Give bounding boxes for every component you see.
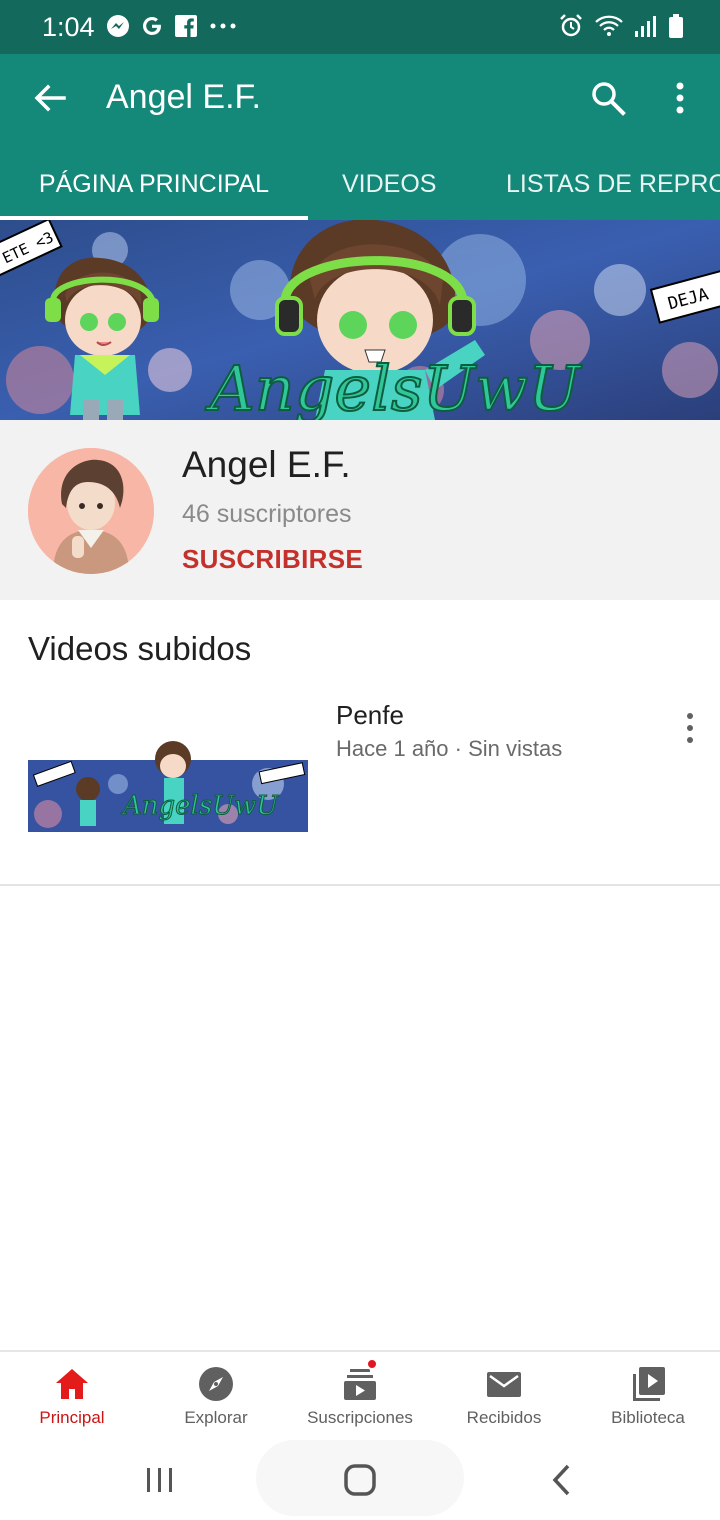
nav-item-recibidos[interactable]: Recibidos <box>432 1352 576 1438</box>
svg-text:AngelsUwU: AngelsUwU <box>121 791 279 821</box>
nav-label: Principal <box>39 1408 105 1427</box>
banner-artwork: ETE <3 DEJA AngelsUwU <box>0 220 720 420</box>
more-notifications-icon <box>210 23 236 29</box>
channel-header: Angel E.F. 46 suscriptores SUSCRIBIRSE <box>0 420 720 600</box>
more-vert-icon[interactable] <box>664 78 696 118</box>
back-icon[interactable] <box>542 1460 582 1500</box>
subscribe-button[interactable]: SUSCRIBIRSE <box>182 544 363 575</box>
tab-label: PÁGINA PRINCIPAL <box>38 170 270 198</box>
compass-icon <box>199 1367 233 1401</box>
notification-badge <box>366 1358 378 1370</box>
subscriber-count: 46 suscriptores <box>182 500 352 528</box>
channel-banner: ETE <3 DEJA AngelsUwU <box>0 220 720 420</box>
list-item[interactable]: AngelsUwU Penfe Hace 1 año · Sin vistas <box>0 690 720 884</box>
video-thumbnail[interactable]: AngelsUwU <box>28 734 308 844</box>
status-time: 1:04 <box>42 12 95 42</box>
alarm-icon <box>560 14 582 37</box>
nav-label: Recibidos <box>466 1408 542 1427</box>
tab-listas-de-reproduccion[interactable]: LISTAS DE REPRO <box>506 160 720 220</box>
search-icon[interactable] <box>588 78 628 118</box>
thumbnail-image: AngelsUwU <box>28 741 308 832</box>
banner-artwork-text: AngelsUwU <box>205 352 582 420</box>
subscriptions-icon <box>344 1369 376 1400</box>
video-metadata: Hace 1 año · Sin vistas <box>336 736 563 761</box>
nav-item-suscripciones[interactable]: Suscripciones <box>288 1352 432 1438</box>
nav-item-principal[interactable]: Principal <box>0 1352 144 1438</box>
wifi-icon <box>595 15 623 36</box>
nav-label: Biblioteca <box>611 1408 685 1427</box>
nav-item-biblioteca[interactable]: Biblioteca <box>576 1352 720 1438</box>
nav-label: Explorar <box>184 1408 248 1427</box>
nav-item-explorar[interactable]: Explorar <box>144 1352 288 1438</box>
app-bar-title: Angel E.F. <box>106 78 261 116</box>
channel-avatar[interactable] <box>28 448 154 574</box>
channel-tabs: PÁGINA PRINCIPAL VIDEOS LISTAS DE REPRO <box>0 160 720 220</box>
system-navigation-bar <box>0 1436 720 1520</box>
video-title[interactable]: Penfe <box>336 700 404 731</box>
bottom-navigation: Principal Explorar Suscripciones Recibid… <box>0 1350 720 1436</box>
messenger-icon <box>107 15 129 37</box>
tab-label: LISTAS DE REPRO <box>506 170 720 198</box>
status-bar: 1:04 <box>0 0 720 54</box>
tab-videos[interactable]: VIDEOS <box>342 160 436 220</box>
facebook-icon <box>175 15 197 37</box>
signal-icon <box>635 16 656 37</box>
divider <box>0 884 720 886</box>
channel-name: Angel E.F. <box>182 444 351 485</box>
video-more-icon[interactable] <box>678 708 702 748</box>
battery-icon <box>669 14 683 38</box>
section-title: Videos subidos <box>28 630 252 667</box>
avatar-image <box>28 448 154 574</box>
recent-apps-icon[interactable] <box>140 1460 180 1500</box>
system-status-icons <box>558 13 684 39</box>
home-icon <box>56 1369 88 1399</box>
tab-pagina-principal[interactable]: PÁGINA PRINCIPAL <box>0 160 308 220</box>
google-icon <box>143 17 161 35</box>
notification-icons <box>106 14 238 38</box>
nav-label: Suscripciones <box>307 1408 413 1427</box>
tab-label: VIDEOS <box>342 170 437 198</box>
app-bar: Angel E.F. PÁGINA PRINCIPAL VIDEOS LISTA… <box>0 54 720 220</box>
back-arrow-icon[interactable] <box>30 78 70 118</box>
home-icon[interactable] <box>340 1460 380 1500</box>
mail-icon <box>487 1372 521 1397</box>
library-icon <box>633 1367 665 1401</box>
